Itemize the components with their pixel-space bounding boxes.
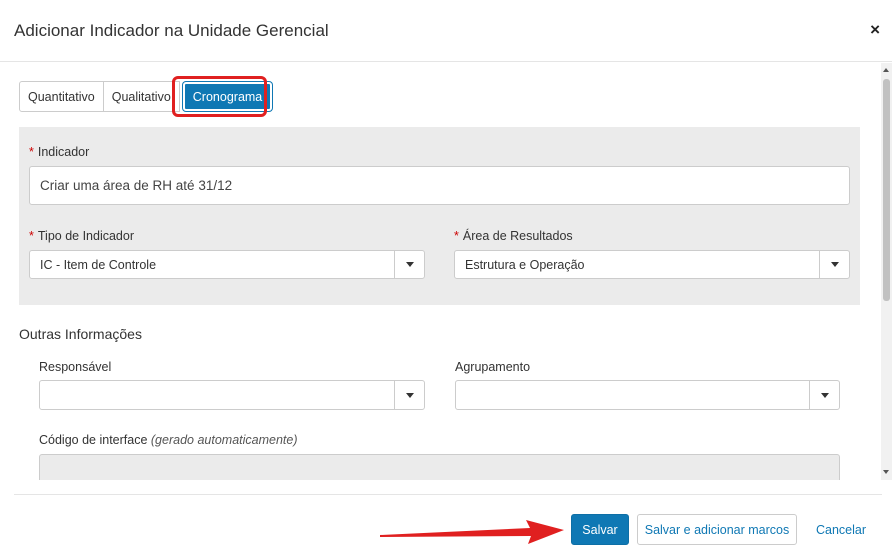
outras-informacoes-title: Outras Informações bbox=[19, 326, 142, 342]
required-mark: * bbox=[29, 229, 34, 243]
chevron-down-icon[interactable] bbox=[394, 251, 424, 278]
agrupamento-select[interactable] bbox=[455, 380, 840, 410]
scroll-down-icon[interactable] bbox=[883, 470, 889, 474]
codigo-interface-input bbox=[39, 454, 840, 480]
required-mark: * bbox=[454, 229, 459, 243]
tipo-indicador-label-text: Tipo de Indicador bbox=[37, 229, 134, 243]
vertical-scrollbar[interactable] bbox=[881, 63, 892, 480]
modal-header: Adicionar Indicador na Unidade Gerencial… bbox=[0, 0, 892, 62]
scrollbar-thumb[interactable] bbox=[883, 79, 890, 301]
area-resultados-select[interactable]: Estrutura e Operação bbox=[454, 250, 850, 279]
responsavel-select[interactable] bbox=[39, 380, 425, 410]
cancel-button[interactable]: Cancelar bbox=[810, 514, 872, 545]
tipo-indicador-select[interactable]: IC - Item de Controle bbox=[29, 250, 425, 279]
tab-quantitativo[interactable]: Quantitativo bbox=[19, 81, 104, 112]
modal-body: Quantitativo Qualitativo Cronograma * Ind… bbox=[0, 63, 892, 480]
save-and-add-milestones-button[interactable]: Salvar e adicionar marcos bbox=[637, 514, 797, 545]
agrupamento-label: Agrupamento bbox=[455, 360, 531, 374]
indicador-label: * Indicador bbox=[29, 145, 89, 159]
red-arrow-annotation bbox=[380, 520, 564, 544]
save-button[interactable]: Salvar bbox=[571, 514, 629, 545]
indicador-input[interactable]: Criar uma área de RH até 31/12 bbox=[29, 166, 850, 205]
main-form-panel: * Indicador Criar uma área de RH até 31/1… bbox=[19, 127, 860, 305]
area-resultados-label-text: Área de Resultados bbox=[462, 229, 573, 243]
codigo-interface-note: (gerado automaticamente) bbox=[150, 433, 298, 447]
scroll-up-icon[interactable] bbox=[883, 68, 889, 72]
tab-qualitativo[interactable]: Qualitativo bbox=[102, 81, 180, 112]
chevron-down-icon[interactable] bbox=[819, 251, 849, 278]
responsavel-label: Responsável bbox=[39, 360, 112, 374]
area-resultados-value: Estrutura e Operação bbox=[465, 257, 585, 272]
indicador-label-text: Indicador bbox=[37, 145, 90, 159]
area-resultados-label: * Área de Resultados bbox=[454, 229, 573, 243]
codigo-interface-label-text: Código de interface bbox=[39, 433, 148, 447]
highlight-box bbox=[172, 76, 267, 117]
chevron-down-icon[interactable] bbox=[809, 381, 839, 409]
tipo-indicador-value: IC - Item de Controle bbox=[40, 257, 157, 272]
required-mark: * bbox=[29, 145, 34, 159]
modal-title: Adicionar Indicador na Unidade Gerencial bbox=[14, 21, 329, 40]
tipo-indicador-label: * Tipo de Indicador bbox=[29, 229, 134, 243]
footer-divider bbox=[14, 494, 882, 495]
codigo-interface-label: Código de interface (gerado automaticame… bbox=[39, 433, 298, 447]
close-icon[interactable]: × bbox=[870, 20, 880, 40]
chevron-down-icon[interactable] bbox=[394, 381, 424, 409]
